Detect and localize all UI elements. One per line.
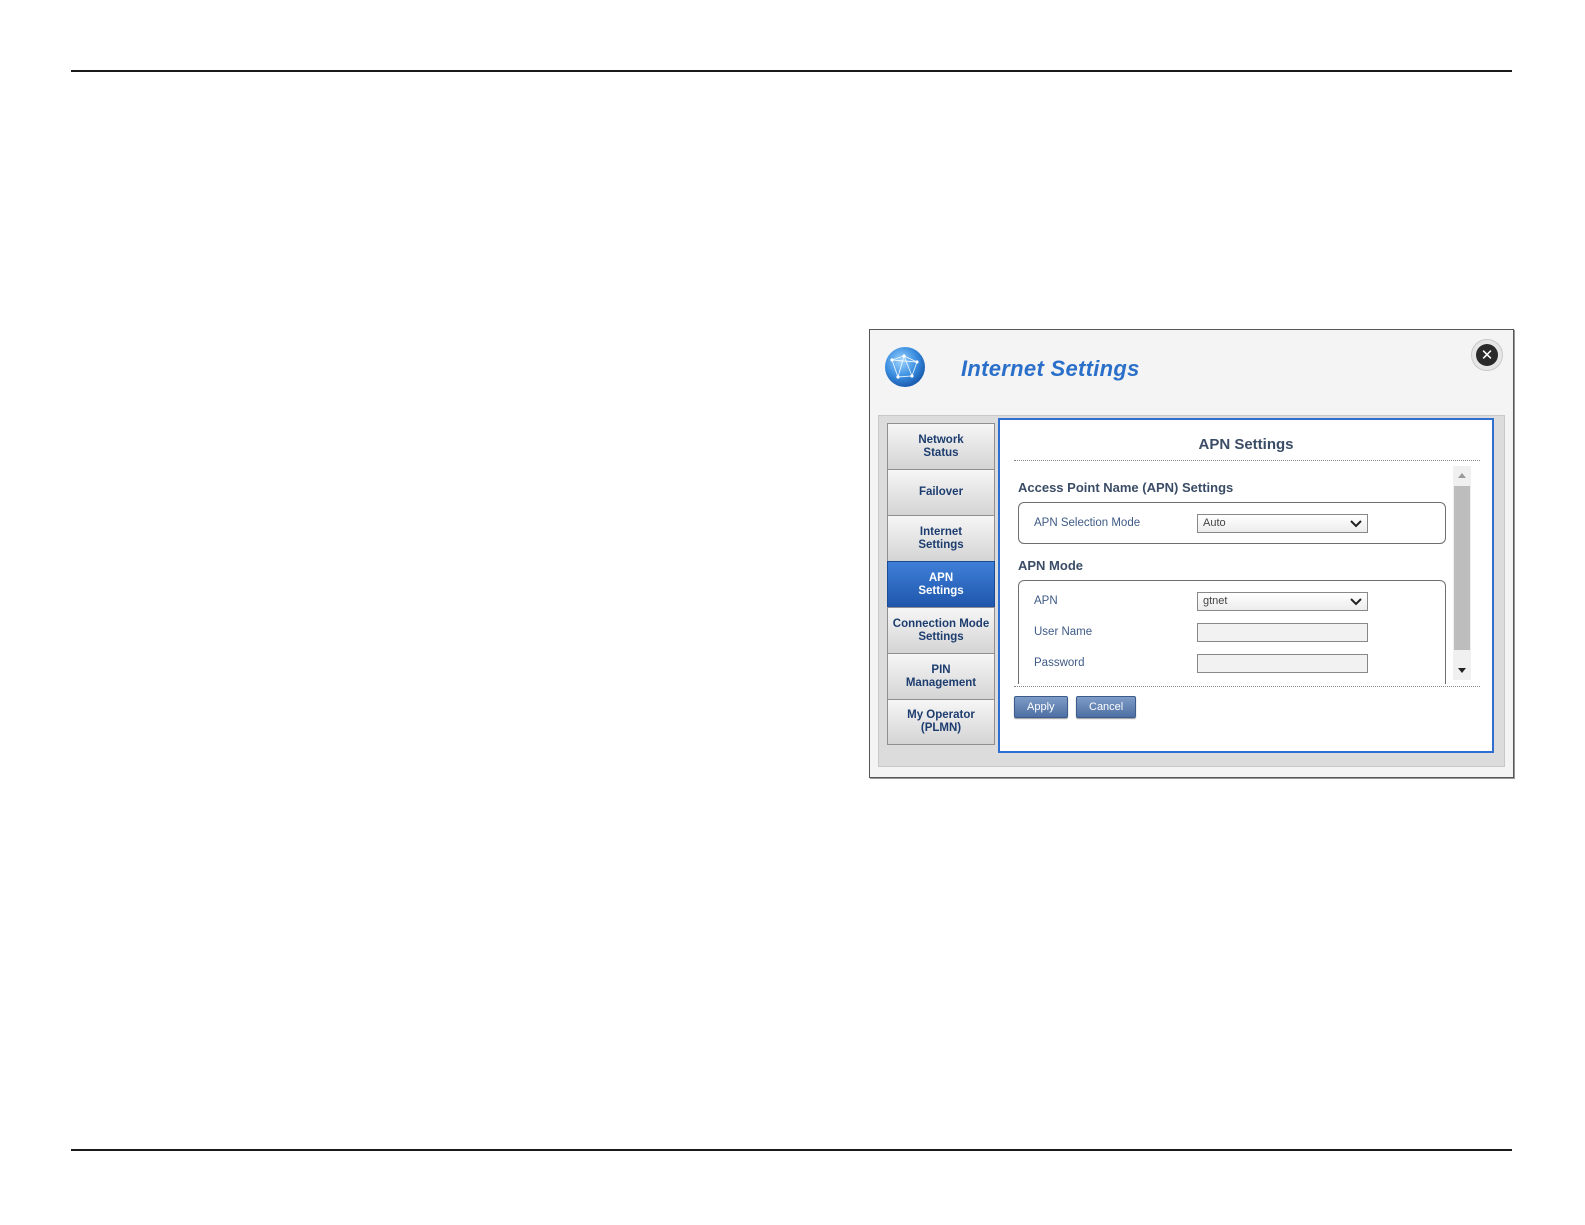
- cancel-button[interactable]: Cancel: [1076, 696, 1137, 718]
- settings-scroll-area: Access Point Name (APN) Settings APN Sel…: [1016, 466, 1446, 684]
- sidebar-item-pin-management[interactable]: PIN Management: [887, 653, 995, 699]
- scroll-thumb[interactable]: [1454, 486, 1470, 650]
- sidebar: Network Status Failover Internet Setting…: [887, 423, 995, 760]
- close-button[interactable]: ✕: [1471, 339, 1503, 371]
- top-dotted-divider: [1014, 460, 1480, 461]
- apn-mode-heading: APN Mode: [1018, 558, 1083, 573]
- scroll-up-icon[interactable]: [1457, 471, 1467, 479]
- bottom-divider: [71, 1149, 1512, 1151]
- user-name-label: User Name: [1034, 626, 1093, 638]
- sidebar-item-apn-settings[interactable]: APN Settings: [887, 561, 995, 607]
- apn-settings-heading: Access Point Name (APN) Settings: [1018, 480, 1234, 495]
- apn-selection-mode-label: APN Selection Mode: [1034, 517, 1141, 529]
- top-divider: [71, 70, 1512, 72]
- user-name-input[interactable]: [1197, 623, 1368, 642]
- password-label: Password: [1034, 657, 1085, 669]
- sidebar-item-my-operator[interactable]: My Operator (PLMN): [887, 699, 995, 745]
- sidebar-item-network-status[interactable]: Network Status: [887, 423, 995, 469]
- chevron-down-icon: [1350, 598, 1362, 606]
- globe-icon: [885, 347, 925, 387]
- apn-select[interactable]: gtnet: [1197, 592, 1368, 611]
- sidebar-item-failover[interactable]: Failover: [887, 469, 995, 515]
- sidebar-item-connection-mode-settings[interactable]: Connection Mode Settings: [887, 607, 995, 653]
- apn-selection-fieldset: APN Selection Mode Auto: [1018, 502, 1446, 544]
- apn-selection-mode-select[interactable]: Auto: [1197, 514, 1368, 533]
- bottom-dotted-divider: [1014, 686, 1480, 687]
- apply-button[interactable]: Apply: [1014, 696, 1068, 718]
- password-input[interactable]: [1197, 654, 1368, 673]
- panel-title: APN Settings: [1198, 436, 1294, 453]
- window-title: Internet Settings: [961, 356, 1140, 381]
- apn-mode-fieldset: APN gtnet User Name Password: [1018, 580, 1446, 684]
- apn-label: APN: [1034, 595, 1058, 607]
- scrollbar[interactable]: [1453, 466, 1471, 680]
- apn-settings-panel: APN Settings Access Point Name (APN) Set…: [998, 418, 1494, 753]
- chevron-down-icon: [1350, 520, 1362, 528]
- apn-value: gtnet: [1203, 595, 1228, 607]
- internet-settings-window: Internet Settings ✕ Network Status Failo…: [869, 329, 1514, 778]
- window-header: Internet Settings ✕: [870, 330, 1513, 414]
- sidebar-item-internet-settings[interactable]: Internet Settings: [887, 515, 995, 561]
- apn-selection-mode-value: Auto: [1203, 517, 1226, 529]
- window-body: Network Status Failover Internet Setting…: [878, 415, 1505, 767]
- close-icon: ✕: [1476, 344, 1498, 366]
- scroll-down-icon[interactable]: [1457, 667, 1467, 675]
